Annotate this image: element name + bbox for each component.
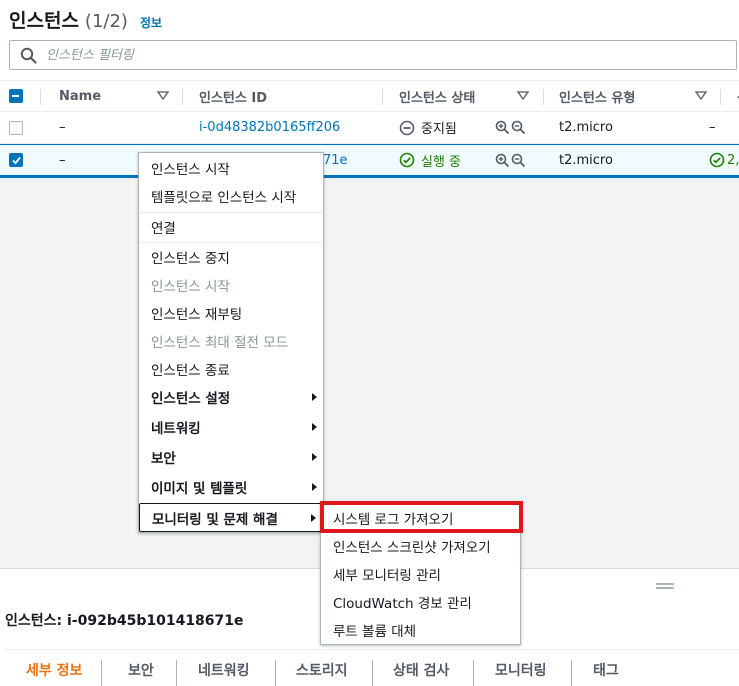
submenu-item-manage-cloudwatch-alarms[interactable]: CloudWatch 경보 관리 bbox=[321, 588, 520, 616]
submenu-arrow-icon bbox=[312, 453, 317, 461]
state-zoom-controls[interactable] bbox=[495, 145, 526, 175]
row-status: – bbox=[709, 120, 716, 135]
stopped-icon bbox=[399, 120, 415, 135]
instances-panel: 인스턴스 (1/2) 정보 Name 인스턴스 ID 인스턴스 상태 인스턴스 … bbox=[0, 0, 739, 178]
submenu-item-replace-root-volume[interactable]: 루트 볼륨 대체 bbox=[321, 616, 520, 644]
row-status: 2, bbox=[709, 145, 739, 175]
row-state: 실행 중 bbox=[399, 145, 461, 175]
row-name: – bbox=[59, 152, 66, 168]
detail-tabs: 세부 정보 보안 네트워킹 스토리지 상태 검사 모니터링 태그 bbox=[5, 649, 739, 686]
menu-item-launch-from-template[interactable]: 템플릿으로 인스턴스 시작 bbox=[139, 182, 323, 210]
menu-item-start-instance-disabled: 인스턴스 시작 bbox=[151, 279, 230, 295]
detail-instance-label: 인스턴스: i-092b45b101418671e bbox=[5, 613, 244, 629]
menu-item-terminate-instance[interactable]: 인스턴스 종료 bbox=[139, 355, 323, 383]
row-type: t2.micro bbox=[559, 152, 613, 168]
submenu-item-get-instance-screenshot[interactable]: 인스턴스 스크린샷 가져오기 bbox=[321, 532, 520, 560]
resize-handle[interactable] bbox=[656, 583, 674, 589]
instance-context-menu: 인스턴스 시작 템플릿으로 인스턴스 시작 연결 인스턴스 중지 인스턴스 시작… bbox=[138, 152, 324, 533]
menu-item-hibernate-instance: 인스턴스 최대 절전 모드 bbox=[151, 335, 289, 351]
row-name: – bbox=[59, 120, 66, 135]
col-instance-id[interactable]: 인스턴스 ID bbox=[199, 81, 267, 111]
table-header: Name 인스턴스 ID 인스턴스 상태 인스턴스 유형 상태 bbox=[0, 80, 739, 112]
tab-status-checks[interactable]: 상태 검사 bbox=[393, 656, 449, 684]
submenu-arrow-icon bbox=[311, 514, 316, 522]
tab-storage[interactable]: 스토리지 bbox=[296, 656, 348, 684]
tab-networking[interactable]: 네트워킹 bbox=[198, 656, 250, 684]
zoom-out-icon[interactable] bbox=[511, 153, 526, 168]
menu-item-stop-instance[interactable]: 인스턴스 중지 bbox=[139, 243, 323, 271]
select-all-checkbox[interactable] bbox=[9, 89, 23, 103]
zoom-out-icon[interactable] bbox=[511, 120, 526, 135]
sort-caret-icon[interactable] bbox=[157, 91, 169, 101]
status-check-icon bbox=[709, 152, 725, 168]
row-instance-id[interactable]: 71e bbox=[323, 145, 348, 175]
row-checkbox[interactable] bbox=[9, 153, 23, 167]
menu-item-security[interactable]: 보안 bbox=[139, 443, 323, 471]
submenu-arrow-icon bbox=[312, 393, 317, 401]
select-all-cell[interactable] bbox=[9, 81, 23, 111]
instance-filter[interactable] bbox=[9, 40, 737, 70]
sort-caret-icon[interactable] bbox=[695, 91, 707, 101]
filter-input[interactable] bbox=[46, 45, 726, 65]
search-icon bbox=[20, 47, 37, 64]
tab-details[interactable]: 세부 정보 bbox=[26, 656, 82, 684]
col-instance-type[interactable]: 인스턴스 유형 bbox=[559, 81, 635, 111]
state-zoom-controls[interactable] bbox=[495, 112, 526, 143]
zoom-in-icon[interactable] bbox=[495, 120, 510, 135]
row-checkbox[interactable] bbox=[9, 120, 23, 135]
menu-item-networking[interactable]: 네트워킹 bbox=[139, 413, 323, 441]
row-instance-id[interactable]: i-0d48382b0165ff206 bbox=[199, 112, 340, 143]
info-link[interactable]: 정보 bbox=[140, 14, 162, 31]
menu-item-instance-settings[interactable]: 인스턴스 설정 bbox=[139, 383, 323, 411]
tab-security[interactable]: 보안 bbox=[128, 656, 154, 684]
menu-item-images-templates[interactable]: 이미지 및 템플릿 bbox=[139, 473, 323, 501]
tab-tags[interactable]: 태그 bbox=[593, 656, 619, 684]
submenu-item-manage-detailed-monitoring[interactable]: 세부 모니터링 관리 bbox=[321, 560, 520, 588]
page-header: 인스턴스 (1/2) 정보 bbox=[9, 6, 162, 34]
running-check-icon bbox=[399, 152, 415, 168]
submenu-arrow-icon bbox=[312, 423, 317, 431]
menu-item-reboot-instance[interactable]: 인스턴스 재부팅 bbox=[139, 299, 323, 327]
col-instance-state[interactable]: 인스턴스 상태 bbox=[399, 81, 475, 111]
zoom-in-icon[interactable] bbox=[495, 153, 510, 168]
menu-item-start-instance[interactable]: 인스턴스 시작 bbox=[139, 154, 323, 182]
table-row[interactable]: – i-0d48382b0165ff206 중지됨 t2.micro – bbox=[0, 112, 739, 144]
selection-count: (1/2) bbox=[84, 11, 128, 32]
col-name[interactable]: Name bbox=[59, 81, 101, 111]
menu-item-connect[interactable]: 연결 bbox=[139, 213, 323, 241]
highlight-box bbox=[320, 501, 523, 533]
menu-item-monitor-troubleshoot[interactable]: 모니터링 및 문제 해결 bbox=[139, 503, 323, 532]
tab-monitoring[interactable]: 모니터링 bbox=[495, 656, 547, 684]
sort-caret-icon[interactable] bbox=[517, 91, 529, 101]
page-title: 인스턴스 bbox=[9, 10, 79, 32]
row-state: 중지됨 bbox=[399, 112, 457, 143]
submenu-arrow-icon bbox=[312, 483, 317, 491]
row-type: t2.micro bbox=[559, 120, 613, 135]
table-row-selected[interactable]: – 71e 실행 중 t2.micro 2, bbox=[0, 144, 739, 178]
